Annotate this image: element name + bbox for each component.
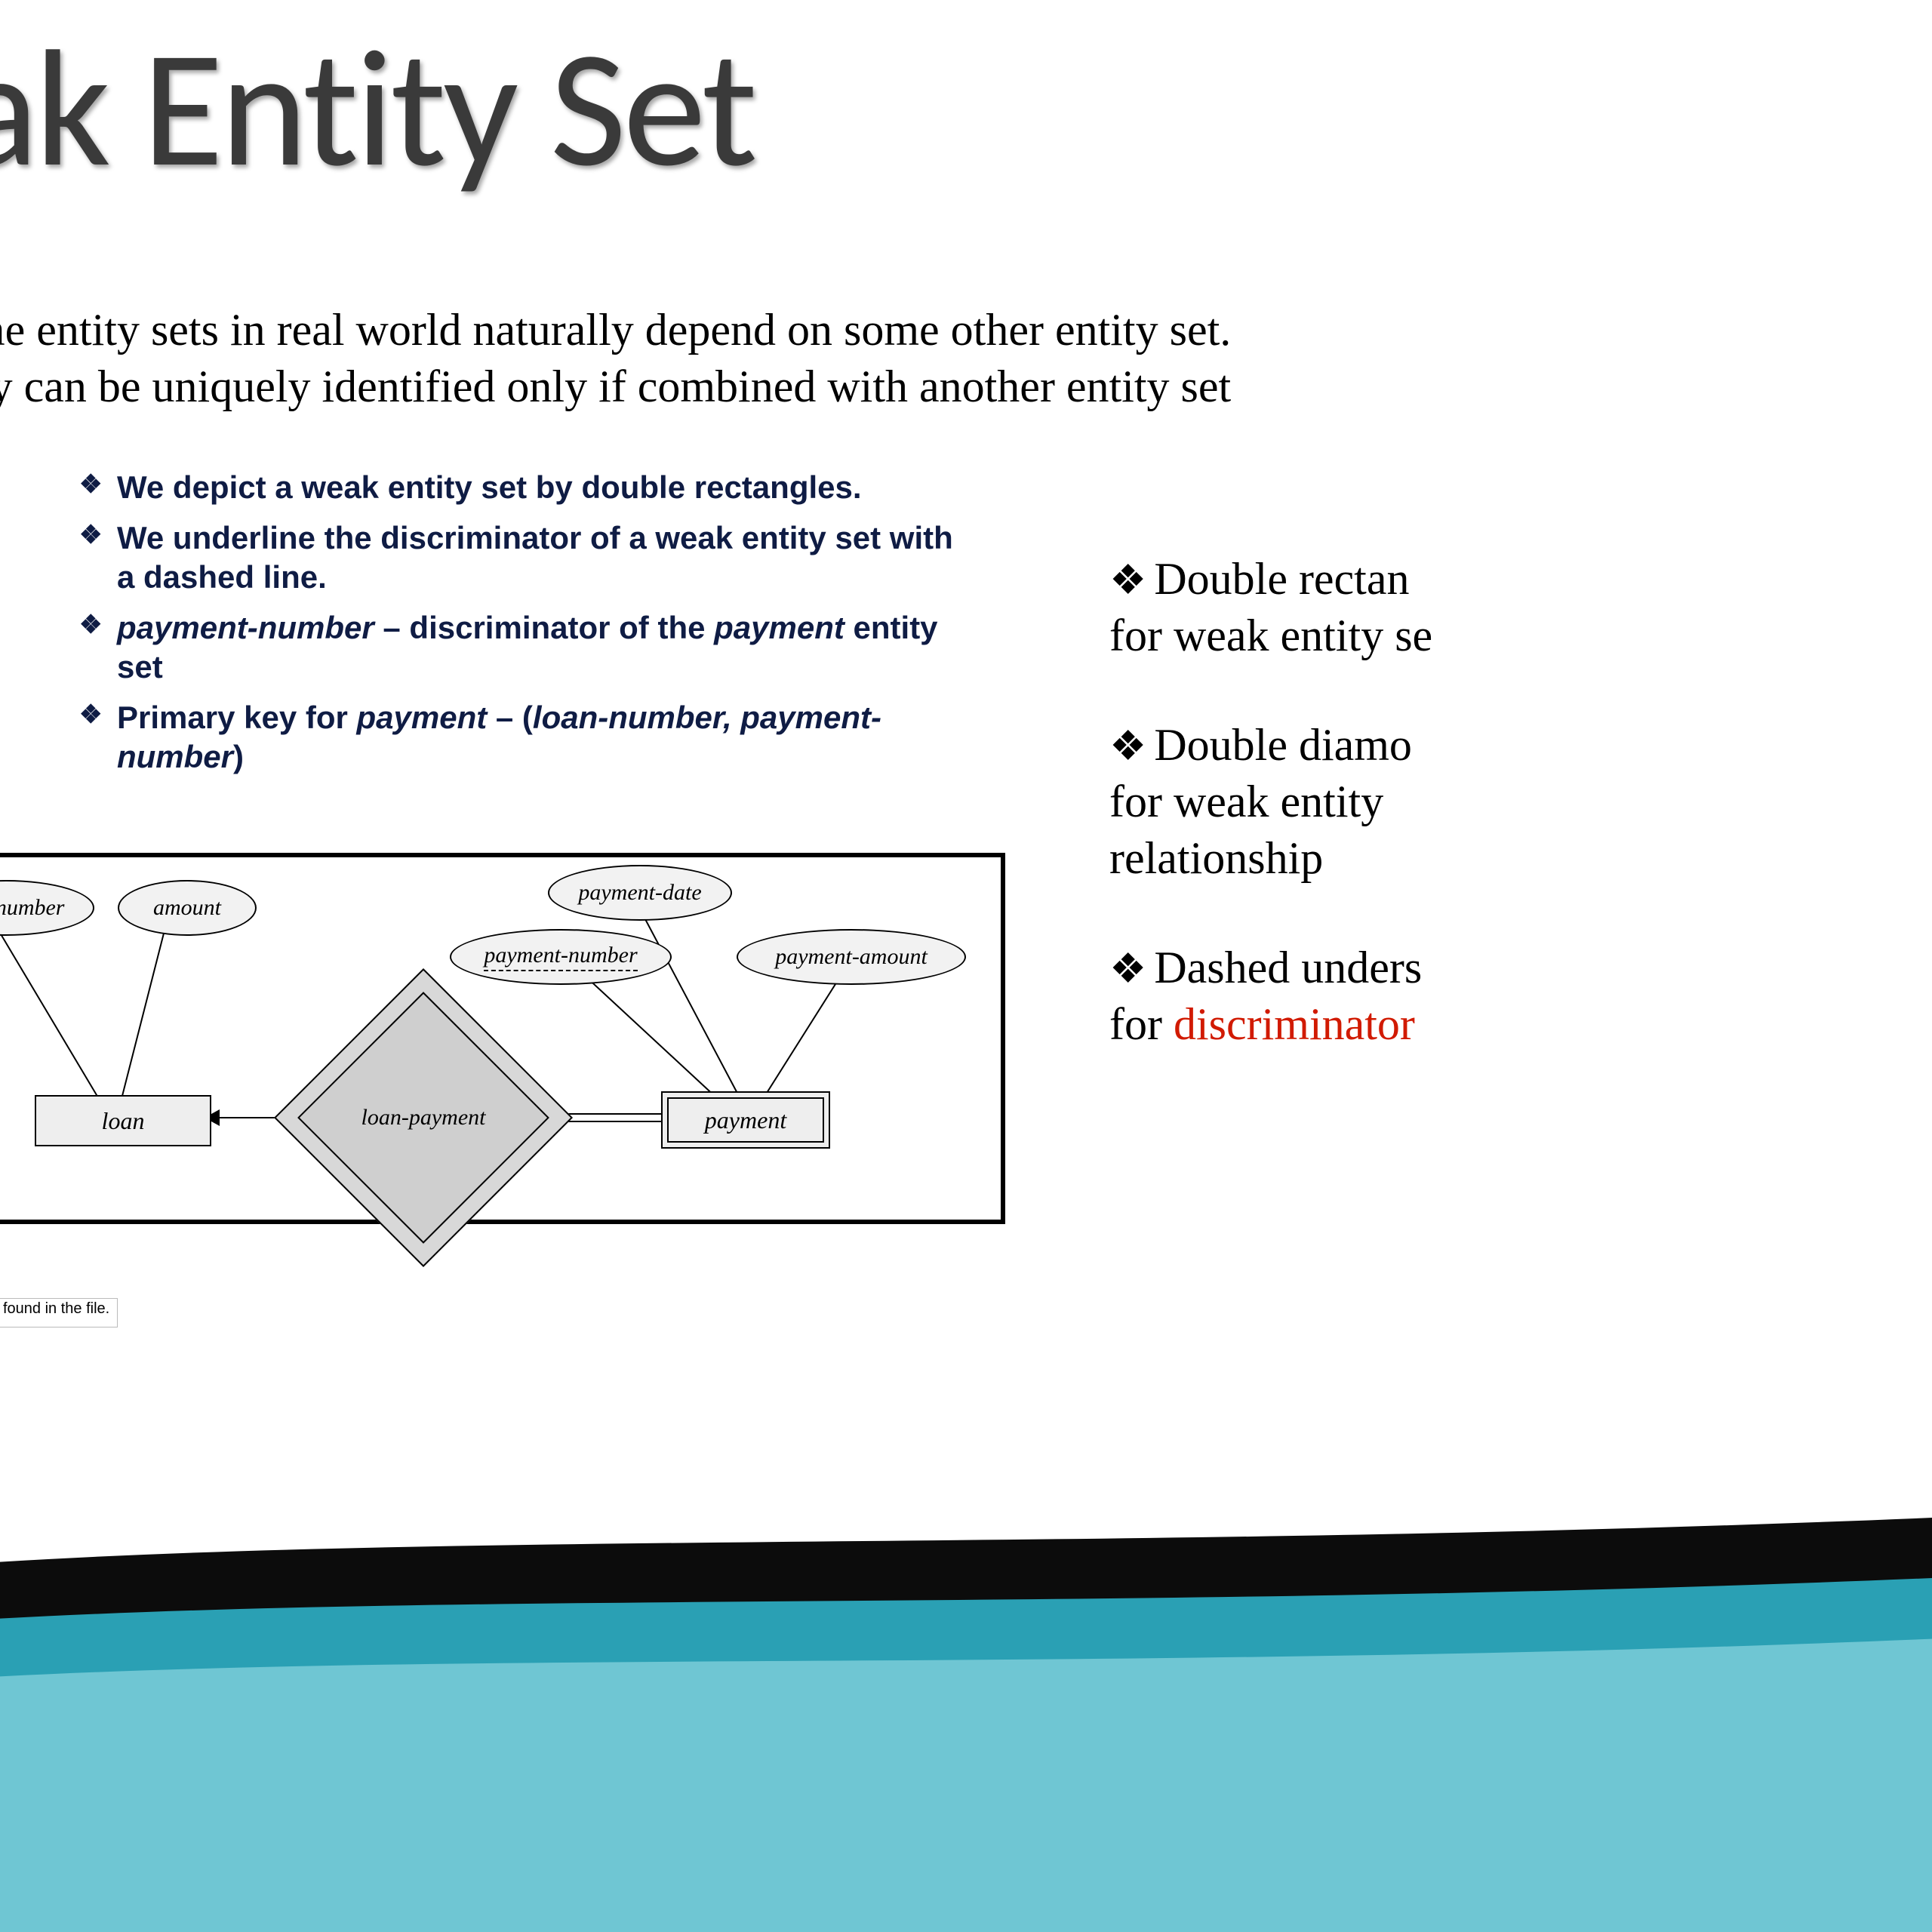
entity-loan: loan [35,1095,211,1146]
clover-icon: ❖ [1109,721,1146,773]
legend-note-2: ❖Double diamo for weak entity relationsh… [1109,717,1432,887]
intro-line-2: hey can be uniquely identified only if c… [0,358,1231,415]
attr-payment-amount: payment-amount [737,929,966,985]
rule-item-2: ❖ We underline the discriminator of a we… [79,518,970,598]
discriminator-label: payment-number [484,943,637,971]
legend-note-3: ❖Dashed unders for discriminator [1109,940,1432,1053]
clover-icon: ❖ [79,608,117,688]
er-diagram: loan-number amount payment-date payment-… [0,853,1005,1224]
rule-item-3: ❖ payment-number – discriminator of the … [79,608,970,688]
clover-icon: ❖ [79,468,117,508]
relationship-loan-payment: loan-payment [318,1012,529,1223]
intro-line-1: ome entity sets in real world naturally … [0,302,1231,358]
slide-author: Koushik De- - CSE, UE [1664,1654,1932,1690]
slide-title: eak Entity Set [0,8,755,210]
diagram-rules-list: ❖ We depict a weak entity set by double … [79,468,970,788]
clover-icon: ❖ [79,518,117,598]
entity-payment: payment [661,1091,830,1149]
clover-icon: ❖ [1109,555,1146,607]
attr-payment-number: payment-number [450,929,672,985]
rule-item-4: ❖ Primary key for payment – (loan-number… [79,698,970,777]
relationship-label: loan-payment [318,1012,529,1223]
rule-text-3: payment-number – discriminator of the pa… [117,608,970,688]
rule-text-1: We depict a weak entity set by double re… [117,468,862,508]
clover-icon: ❖ [1109,943,1146,995]
intro-text: ome entity sets in real world naturally … [0,302,1231,415]
rule-text-4: Primary key for payment – (loan-number, … [117,698,970,777]
rule-3-term: payment-number [117,610,374,645]
attr-amount: amount [118,880,257,936]
legend-note-1: ❖Double rectan for weak entity se [1109,551,1432,664]
rule-text-2: We underline the discriminator of a weak… [117,518,970,598]
legend-notes: ❖Double rectan for weak entity se ❖Doubl… [1109,551,1432,1106]
discriminator-highlight: discriminator [1174,999,1415,1049]
attr-payment-date: payment-date [548,865,732,921]
clover-icon: ❖ [79,698,117,777]
decorative-swoosh [0,1215,1932,1932]
crop-artifact-text: found in the file. [0,1298,118,1327]
rule-item-1: ❖ We depict a weak entity set by double … [79,468,970,508]
